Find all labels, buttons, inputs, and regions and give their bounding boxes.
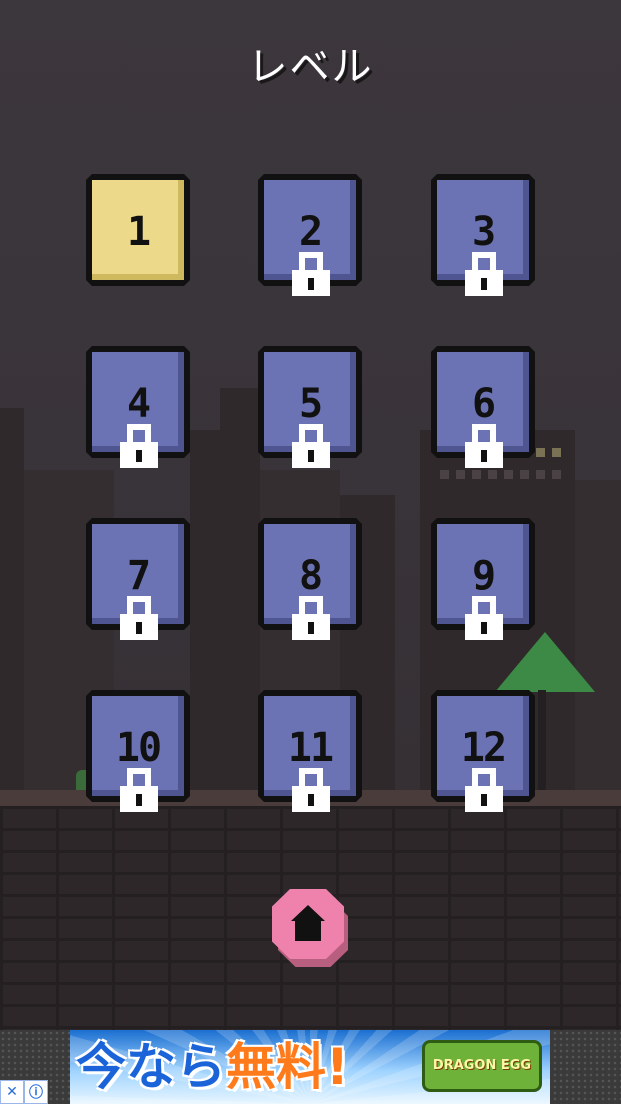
ad-logo: DRAGON EGG <box>422 1040 542 1092</box>
ad-headline-part: 今なら <box>76 1038 226 1096</box>
home-button[interactable] <box>270 889 352 969</box>
ad-controls: ✕ ⓘ <box>0 1080 48 1104</box>
lock-icon <box>465 424 503 468</box>
info-icon[interactable]: ⓘ <box>24 1080 48 1104</box>
lock-icon <box>465 768 503 812</box>
ad-headline: 今なら無料! <box>76 1036 349 1098</box>
lock-icon <box>465 596 503 640</box>
lock-icon <box>292 252 330 296</box>
level-button-1[interactable]: 1 <box>86 174 190 286</box>
ad-area: 今なら無料! DRAGON EGG <box>0 1030 621 1104</box>
close-icon[interactable]: ✕ <box>0 1080 24 1104</box>
lock-icon <box>292 596 330 640</box>
lock-icon <box>292 424 330 468</box>
home-icon <box>291 905 325 941</box>
ad-headline-highlight: 無料! <box>226 1038 349 1096</box>
lock-icon <box>465 252 503 296</box>
level-grid: 1 2 3 4 5 6 7 8 9 10 11 12 <box>0 0 621 820</box>
lock-icon <box>120 596 158 640</box>
ad-banner[interactable]: 今なら無料! DRAGON EGG <box>70 1030 550 1104</box>
lock-icon <box>292 768 330 812</box>
level-number: 1 <box>126 209 150 255</box>
lock-icon <box>120 768 158 812</box>
lock-icon <box>120 424 158 468</box>
